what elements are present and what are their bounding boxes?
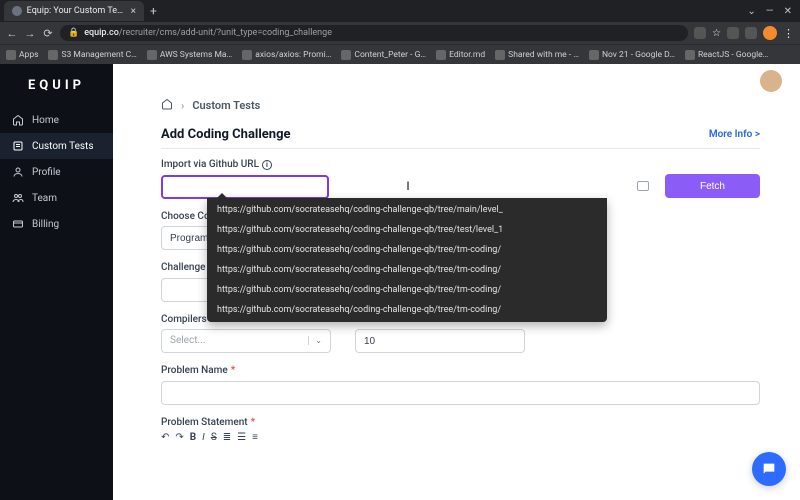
sidebar-item-label: Custom Tests bbox=[32, 141, 94, 152]
browser-chrome: Equip: Your Custom Tests × + ⌄ — ✕ ← → ⟳… bbox=[0, 0, 800, 64]
rte-bold-icon[interactable]: B bbox=[190, 432, 196, 443]
suggestion-item[interactable]: https://github.com/socrateasehq/coding-c… bbox=[207, 240, 607, 260]
autocomplete-dropdown: https://github.com/socrateasehq/coding-c… bbox=[207, 198, 607, 322]
window-expand-icon[interactable]: ⌄ bbox=[747, 6, 755, 17]
breadcrumb-current[interactable]: Custom Tests bbox=[192, 99, 260, 112]
bookmark-favicon-icon bbox=[685, 50, 695, 60]
nav-reload-icon[interactable]: ⟳ bbox=[42, 27, 54, 40]
menu-dots-icon[interactable]: ⋮ bbox=[783, 27, 794, 40]
lock-icon: 🔒 bbox=[68, 28, 79, 38]
main-content: › Custom Tests Add Coding Challenge More… bbox=[113, 64, 800, 500]
page-title: Add Coding Challenge bbox=[161, 127, 291, 142]
input-action-icon[interactable] bbox=[637, 181, 649, 191]
fetch-button[interactable]: Fetch bbox=[665, 174, 760, 198]
problem-statement-label: Problem Statement* bbox=[161, 417, 760, 428]
apps-icon bbox=[6, 50, 16, 60]
team-icon bbox=[12, 192, 24, 204]
chat-icon bbox=[761, 461, 777, 477]
bookmark-item[interactable]: Content_Peter - G… bbox=[341, 50, 426, 60]
rte-ol-icon[interactable]: ☰ bbox=[237, 432, 246, 443]
browser-tab[interactable]: Equip: Your Custom Tests × bbox=[4, 1, 144, 21]
bookmark-favicon-icon bbox=[48, 50, 58, 60]
tab-title: Equip: Your Custom Tests bbox=[27, 6, 126, 16]
bookmark-item[interactable]: Shared with me - … bbox=[495, 50, 579, 60]
bookmark-item[interactable]: Nov 21 - Google D… bbox=[589, 50, 675, 60]
profile-icon bbox=[12, 166, 24, 178]
max-testcase-input[interactable] bbox=[355, 329, 525, 353]
tests-icon bbox=[12, 140, 24, 152]
sidebar-item-home[interactable]: Home bbox=[0, 107, 113, 133]
breadcrumb: › Custom Tests bbox=[161, 98, 760, 113]
bookmark-favicon-icon bbox=[242, 50, 252, 60]
text-cursor-icon: I bbox=[406, 179, 409, 193]
chevron-down-icon: ⌄ bbox=[308, 336, 322, 345]
bookmark-item[interactable]: S3 Management C… bbox=[48, 50, 136, 60]
github-url-input[interactable] bbox=[161, 175, 329, 199]
url-input[interactable]: 🔒 equip.co/recruiter/cms/add-unit/?unit_… bbox=[60, 25, 688, 41]
problem-name-label: Problem Name* bbox=[161, 365, 760, 376]
bookmark-favicon-icon bbox=[436, 50, 446, 60]
problem-name-input[interactable] bbox=[161, 381, 760, 405]
bookmark-item[interactable]: Editor.md bbox=[436, 50, 485, 60]
bookmark-item[interactable]: ReactJS - Google… bbox=[685, 50, 768, 60]
extension-icon[interactable] bbox=[745, 27, 757, 39]
sidebar: EQUIP Home Custom Tests Profile Team Bil… bbox=[0, 64, 113, 500]
nav-back-icon[interactable]: ← bbox=[6, 27, 18, 40]
app-logo: EQUIP bbox=[0, 70, 113, 107]
suggestion-item[interactable]: https://github.com/socrateasehq/coding-c… bbox=[207, 200, 607, 220]
bookmark-item[interactable]: AWS Systems Ma… bbox=[147, 50, 232, 60]
share-icon[interactable] bbox=[694, 27, 706, 39]
compilers-placeholder: Select... bbox=[170, 335, 205, 346]
chevron-right-icon: › bbox=[181, 99, 184, 112]
billing-icon bbox=[12, 218, 24, 230]
suggestion-item[interactable]: https://github.com/socrateasehq/coding-c… bbox=[207, 280, 607, 300]
rte-italic-icon[interactable]: I bbox=[202, 432, 205, 443]
window-close-icon[interactable]: ✕ bbox=[784, 6, 792, 17]
bookmark-favicon-icon bbox=[589, 50, 599, 60]
bookmarks-bar: Apps S3 Management C… AWS Systems Ma… ax… bbox=[0, 44, 800, 64]
sidebar-item-label: Team bbox=[32, 193, 57, 204]
window-minimize-icon[interactable]: — bbox=[766, 6, 774, 17]
profile-avatar-icon[interactable] bbox=[763, 26, 777, 40]
sidebar-item-profile[interactable]: Profile bbox=[0, 159, 113, 185]
extensions-icon[interactable] bbox=[727, 27, 739, 39]
sidebar-item-team[interactable]: Team bbox=[0, 185, 113, 211]
bookmark-favicon-icon bbox=[495, 50, 505, 60]
nav-forward-icon[interactable]: → bbox=[24, 27, 36, 40]
suggestion-item[interactable]: https://github.com/socrateasehq/coding-c… bbox=[207, 300, 607, 320]
rte-toolbar: ↶ ↷ B I S ≣ ☰ ≡ bbox=[161, 432, 760, 443]
home-icon bbox=[12, 114, 24, 126]
compilers-select[interactable]: Select... ⌄ bbox=[161, 329, 331, 353]
rte-redo-icon[interactable]: ↷ bbox=[175, 432, 183, 443]
sidebar-item-billing[interactable]: Billing bbox=[0, 211, 113, 237]
sidebar-item-label: Profile bbox=[32, 167, 61, 178]
url-text: equip.co/recruiter/cms/add-unit/?unit_ty… bbox=[84, 28, 332, 38]
tab-favicon-icon bbox=[12, 6, 22, 16]
bookmark-item[interactable]: Apps bbox=[6, 50, 38, 60]
tab-bar: Equip: Your Custom Tests × + ⌄ — ✕ bbox=[0, 0, 800, 22]
bookmark-item[interactable]: axios/axios: Promi… bbox=[242, 50, 331, 60]
rte-undo-icon[interactable]: ↶ bbox=[161, 432, 169, 443]
breadcrumb-home-icon[interactable] bbox=[161, 98, 173, 113]
bookmark-star-icon[interactable]: ☆ bbox=[712, 28, 721, 39]
tab-close-icon[interactable]: × bbox=[131, 6, 136, 17]
rte-ul-icon[interactable]: ≣ bbox=[223, 432, 231, 443]
suggestion-item[interactable]: https://github.com/socrateasehq/coding-c… bbox=[207, 220, 607, 240]
bookmark-favicon-icon bbox=[147, 50, 157, 60]
info-icon[interactable]: i bbox=[262, 160, 272, 170]
rte-strike-icon[interactable]: S bbox=[211, 432, 217, 443]
sidebar-item-label: Billing bbox=[32, 219, 59, 230]
suggestion-item[interactable]: https://github.com/socrateasehq/coding-c… bbox=[207, 260, 607, 280]
more-info-link[interactable]: More Info > bbox=[709, 129, 760, 140]
sidebar-item-custom-tests[interactable]: Custom Tests bbox=[0, 133, 113, 159]
import-label: Import via Github URL i bbox=[161, 159, 760, 170]
chat-fab-button[interactable] bbox=[752, 452, 786, 486]
sidebar-item-label: Home bbox=[32, 115, 59, 126]
rte-align-icon[interactable]: ≡ bbox=[252, 432, 258, 443]
new-tab-button[interactable]: + bbox=[150, 4, 157, 18]
address-bar: ← → ⟳ 🔒 equip.co/recruiter/cms/add-unit/… bbox=[0, 22, 800, 44]
bookmark-favicon-icon bbox=[341, 50, 351, 60]
user-avatar[interactable] bbox=[760, 70, 782, 92]
